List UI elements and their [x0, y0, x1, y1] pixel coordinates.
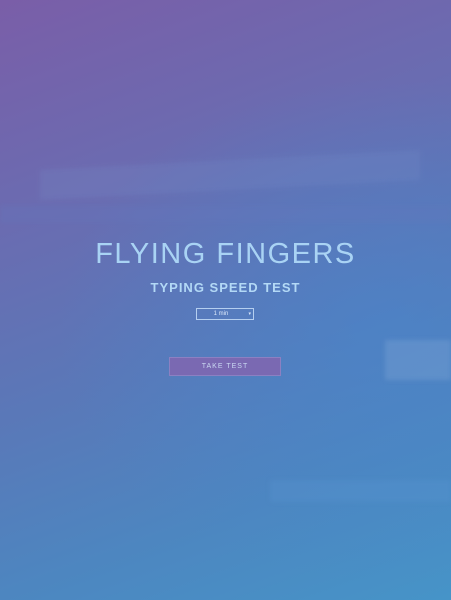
- duration-select-value: 1 min: [213, 311, 229, 317]
- app-title: FLYING FINGERS: [95, 238, 356, 270]
- landing-panel: FLYING FINGERS TYPING SPEED TEST 1 min ▾…: [0, 0, 451, 600]
- duration-select[interactable]: 1 min ▾: [196, 308, 254, 320]
- app-subtitle: TYPING SPEED TEST: [150, 280, 301, 295]
- take-test-button[interactable]: TAKE TEST: [169, 357, 281, 376]
- chevron-down-icon: ▾: [248, 311, 251, 317]
